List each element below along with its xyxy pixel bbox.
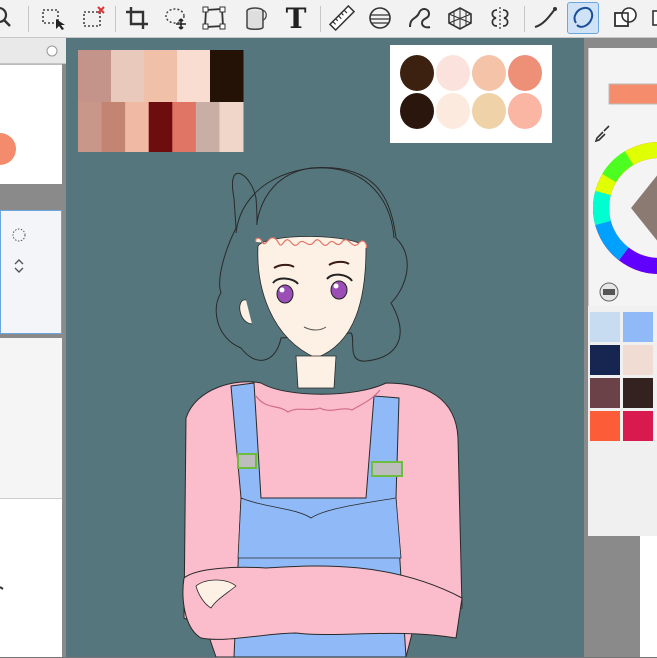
pen-stroke-icon[interactable] bbox=[530, 2, 562, 34]
current-color-swatch bbox=[608, 83, 657, 105]
character-illustration bbox=[182, 167, 463, 657]
palette-swatch bbox=[210, 50, 244, 102]
transform-icon[interactable] bbox=[198, 2, 230, 34]
palette-swatch bbox=[219, 102, 244, 152]
color-wheel bbox=[593, 142, 657, 274]
color-swatch[interactable] bbox=[590, 411, 620, 441]
figure-icon[interactable] bbox=[364, 2, 396, 34]
eyedropper-icon bbox=[594, 125, 610, 143]
panel-header bbox=[0, 38, 66, 64]
select-clear-icon[interactable] bbox=[78, 2, 110, 34]
palette-swatch bbox=[144, 50, 178, 102]
palette-dot bbox=[508, 93, 542, 129]
toolbar: T bbox=[0, 0, 657, 38]
color-swatch[interactable] bbox=[590, 312, 620, 342]
palette-swatch bbox=[78, 50, 112, 102]
color-wheel-panel bbox=[588, 48, 657, 306]
color-history-icon bbox=[599, 282, 619, 302]
color-swatch[interactable] bbox=[623, 411, 653, 441]
tool-property-panel bbox=[0, 210, 62, 465]
layer-icon[interactable] bbox=[609, 2, 641, 34]
palette-dot bbox=[472, 55, 506, 91]
layer-panel-edge bbox=[640, 536, 657, 657]
crop-icon[interactable] bbox=[121, 2, 153, 34]
ellipse-icon[interactable] bbox=[567, 2, 599, 34]
palette-swatch bbox=[125, 102, 150, 152]
reference-palette-left bbox=[78, 50, 244, 152]
curve-icon[interactable] bbox=[404, 2, 436, 34]
color-swatch[interactable] bbox=[623, 345, 653, 375]
drawing-canvas[interactable] bbox=[66, 38, 584, 657]
palette-swatch bbox=[111, 50, 145, 102]
palette-dot bbox=[472, 93, 506, 129]
palette-dot bbox=[400, 93, 434, 129]
panel-gap bbox=[584, 536, 640, 657]
perspective-grid-icon[interactable] bbox=[444, 2, 476, 34]
palette-dot bbox=[436, 93, 470, 129]
ruler-icon[interactable] bbox=[326, 2, 358, 34]
palette-dot bbox=[508, 55, 542, 91]
color-swatch[interactable] bbox=[590, 345, 620, 375]
zoom-icon[interactable] bbox=[0, 2, 20, 34]
more-tools-icon[interactable] bbox=[648, 2, 657, 34]
rectangle-select-icon[interactable] bbox=[37, 2, 69, 34]
text-tool-icon[interactable]: T bbox=[280, 1, 312, 35]
color-set-panel bbox=[588, 306, 657, 536]
brush-preview-panel bbox=[0, 64, 62, 184]
symmetry-icon[interactable] bbox=[484, 2, 516, 34]
palette-swatch bbox=[195, 102, 220, 152]
bucket-icon[interactable] bbox=[239, 2, 271, 34]
right-panel bbox=[584, 38, 657, 657]
color-swatch[interactable] bbox=[623, 312, 653, 342]
palette-swatch bbox=[78, 102, 103, 152]
color-swatch[interactable] bbox=[623, 378, 653, 408]
palette-dot bbox=[436, 55, 470, 91]
brush-preview-circle bbox=[0, 133, 16, 165]
text-tool-glyph: T bbox=[285, 1, 307, 35]
lasso-move-icon[interactable] bbox=[160, 2, 192, 34]
palette-dot bbox=[400, 55, 434, 91]
palette-swatch bbox=[177, 50, 211, 102]
palette-swatch bbox=[172, 102, 197, 152]
left-panel bbox=[0, 38, 66, 657]
sub-tool-panel bbox=[0, 338, 62, 498]
color-swatch[interactable] bbox=[590, 378, 620, 408]
palette-swatch bbox=[148, 102, 173, 152]
palette-swatch bbox=[101, 102, 126, 152]
navigator-panel bbox=[0, 498, 62, 657]
